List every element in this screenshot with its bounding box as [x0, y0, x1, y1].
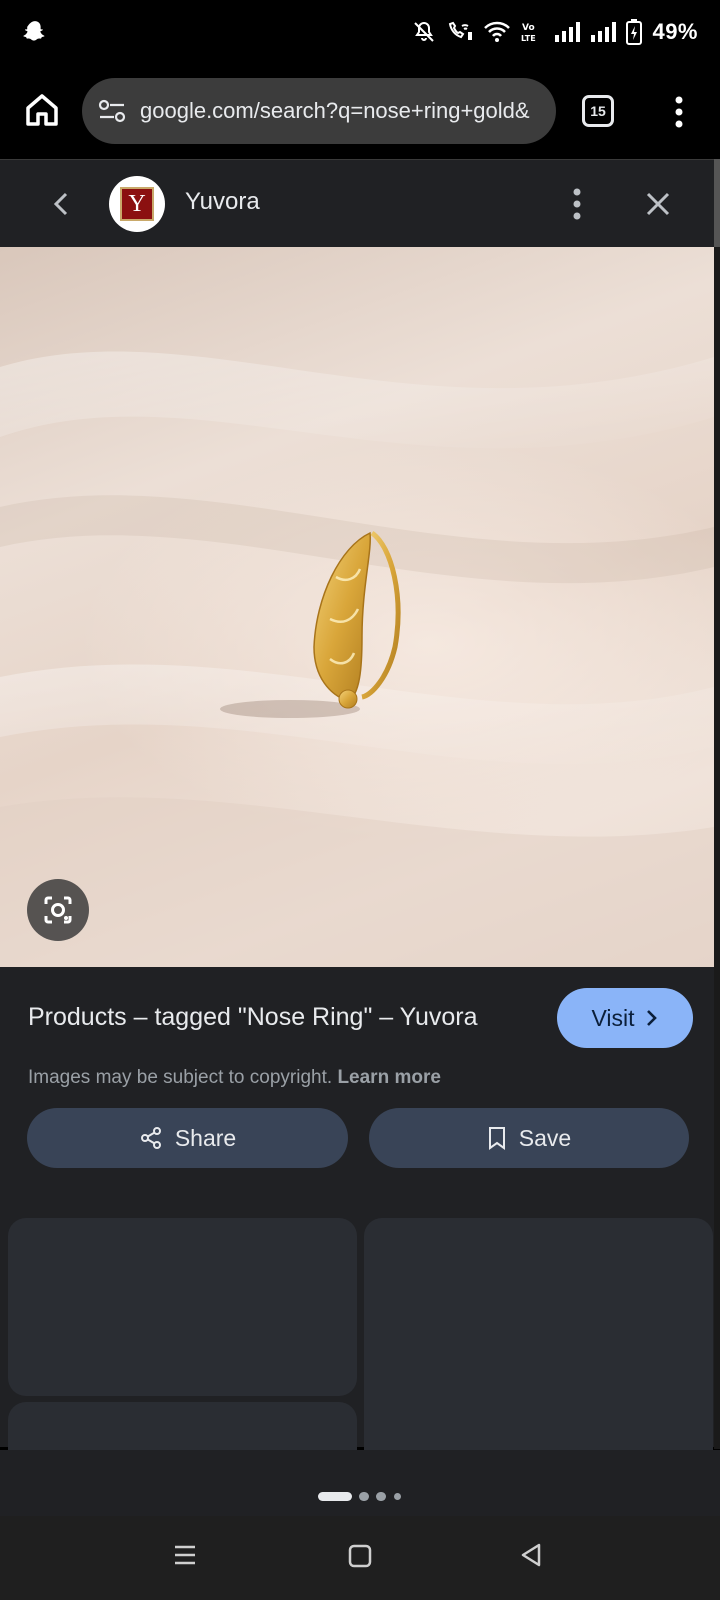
share-icon [140, 1127, 161, 1149]
volte-icon: Vo LTE [521, 23, 536, 43]
signal-icon [591, 22, 617, 42]
learn-more-link[interactable]: Learn more [337, 1067, 440, 1088]
pagination-dot [394, 1493, 401, 1500]
chevron-right-icon [646, 1010, 657, 1026]
save-label: Save [518, 1124, 572, 1151]
save-button[interactable]: Save [369, 1108, 689, 1168]
address-bar[interactable]: google.com/search?q=nose+ring+gold& [82, 78, 556, 144]
copyright-notice: Images may be subject to copyright. Lear… [28, 1067, 441, 1089]
product-image[interactable] [0, 247, 714, 967]
site-settings-icon[interactable] [98, 99, 126, 123]
tab-switcher-button[interactable]: 15 [582, 95, 614, 127]
battery-charging-icon [626, 19, 643, 45]
browser-menu-icon[interactable] [664, 94, 694, 130]
pagination-bar [0, 1450, 720, 1516]
home-icon[interactable] [22, 90, 62, 130]
pagination-dot-active [318, 1492, 352, 1501]
pagination-dot [359, 1492, 369, 1501]
status-bar: Vo LTE 49% [0, 0, 720, 64]
close-icon[interactable] [640, 186, 676, 222]
back-nav-icon[interactable] [518, 1542, 544, 1568]
share-label: Share [174, 1124, 237, 1151]
url-text[interactable]: google.com/search?q=nose+ring+gold& [140, 98, 530, 124]
google-lens-button[interactable] [27, 879, 89, 941]
site-logo: Y [109, 176, 165, 232]
visit-button[interactable]: Visit [557, 988, 693, 1048]
visit-label: Visit [591, 1004, 635, 1031]
more-options-icon[interactable] [562, 184, 592, 224]
home-nav-icon[interactable] [348, 1544, 372, 1568]
scrollbar-thumb[interactable] [714, 159, 720, 247]
bookmark-icon [488, 1127, 505, 1150]
battery-percent: 49% [652, 19, 698, 44]
recents-icon[interactable] [172, 1542, 198, 1568]
wifi-calling-icon [449, 21, 473, 40]
signal-icon [555, 22, 581, 42]
result-title[interactable]: Products – tagged "Nose Ring" – Yuvora [28, 1003, 478, 1032]
scrollbar-track[interactable] [714, 159, 720, 1449]
svg-text:LTE: LTE [521, 34, 536, 43]
browser-toolbar: google.com/search?q=nose+ring+gold& 15 [0, 64, 720, 158]
site-name[interactable]: Yuvora [185, 188, 260, 216]
related-image-card[interactable] [8, 1402, 357, 1450]
lens-icon [44, 896, 72, 924]
snapchat-icon [23, 21, 45, 41]
related-image-card[interactable] [8, 1218, 357, 1396]
image-viewer-header: Y Yuvora [0, 159, 714, 247]
related-image-card[interactable] [364, 1218, 713, 1450]
pagination-dot [376, 1492, 386, 1501]
site-logo-mark: Y [120, 187, 154, 221]
svg-text:Vo: Vo [522, 23, 535, 33]
wifi-icon [484, 21, 511, 42]
back-icon[interactable] [44, 186, 80, 222]
share-button[interactable]: Share [27, 1108, 348, 1168]
mute-icon [414, 21, 435, 42]
copyright-text: Images may be subject to copyright. [28, 1067, 333, 1088]
